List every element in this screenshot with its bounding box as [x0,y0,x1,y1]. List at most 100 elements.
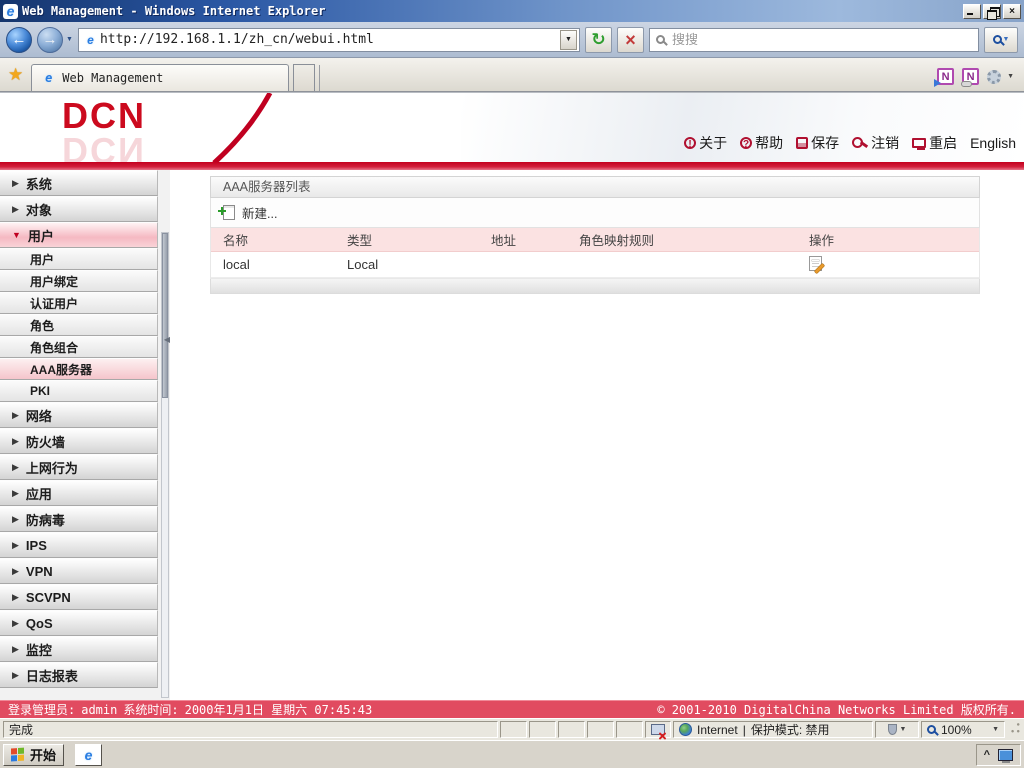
header-red-bar [0,162,1024,170]
sidebar-item-qos[interactable]: ▶ QoS [0,610,158,636]
search-input[interactable] [670,31,972,48]
protected-mode-label: 保护模式: 禁用 [750,723,830,737]
status-pane-5 [616,721,643,738]
hidden-icons-chevron[interactable]: ^ [984,749,990,760]
copyright-text: © 2001-2010 DigitalChina Networks Limite… [657,703,1016,717]
logout-link[interactable]: 注销 [852,133,899,153]
favorites-star-icon[interactable]: ★ [8,65,23,85]
sidebar-nav: ▶ 系统 ▶ 对象 ▼ 用户 用户 用户绑定 认证用户 角色 角色组合 AAA服务器 … [0,170,170,700]
search-dropdown-icon[interactable]: ▼ [1003,36,1010,43]
col-type: 类型 [347,234,373,248]
tools-dropdown-icon[interactable]: ▼ [1007,73,1014,80]
url-input[interactable] [97,31,560,48]
sidebar-item-antivirus[interactable]: ▶ 防病毒 [0,506,158,532]
sidebar-scrollbar-thumb[interactable] [162,233,168,398]
url-dropdown-button[interactable]: ▼ [560,29,577,50]
status-zoom-pane[interactable]: 100% ▼ [921,721,1005,738]
history-dropdown-icon[interactable]: ▼ [66,36,73,43]
filter-dropdown-icon[interactable]: ▼ [900,726,907,733]
sidebar-item-user-binding[interactable]: 用户绑定 [0,270,158,292]
page-icon: e [87,32,94,47]
site-body: ▶ 系统 ▶ 对象 ▼ 用户 用户 用户绑定 认证用户 角色 角色组合 AAA服务器 … [0,170,1024,700]
sidebar-item-object[interactable]: ▶ 对象 [0,196,158,222]
chevron-right-icon: ▶ [12,461,19,472]
chevron-right-icon: ▶ [12,487,19,498]
tab-bar: ★ e Web Management N N ▼ [0,58,1024,92]
english-link[interactable]: English [970,135,1016,151]
status-error-pane[interactable] [645,721,671,738]
edit-icon[interactable] [809,255,822,271]
sidebar-item-log-report[interactable]: ▶ 日志报表 [0,662,158,688]
tab-web-management[interactable]: e Web Management [31,64,290,91]
sidebar-item-vpn[interactable]: ▶ VPN [0,558,158,584]
time-label: 系统时间: [123,703,179,717]
gear-icon[interactable] [987,69,1002,84]
resize-grip[interactable] [1007,721,1021,738]
zoom-dropdown-icon[interactable]: ▼ [992,726,999,733]
chevron-right-icon: ▶ [12,643,19,654]
zone-separator: | [742,722,746,737]
start-button[interactable]: 开始 [3,743,65,766]
new-tab-stub[interactable] [293,64,316,91]
sidebar-item-role[interactable]: 角色 [0,314,158,336]
window-titlebar[interactable]: e Web Management - Windows Internet Expl… [0,0,1024,22]
sidebar-item-monitor[interactable]: ▶ 监控 [0,636,158,662]
red-swoosh-graphic [212,93,273,162]
save-link[interactable]: 保存 [796,133,839,153]
sidebar-scrollbar[interactable] [161,232,169,698]
chevron-right-icon: ▶ [12,669,19,680]
internet-zone-icon [679,723,692,736]
tab-label: Web Management [62,71,164,85]
forward-button[interactable]: → [37,26,63,53]
display-tray-icon[interactable] [998,748,1013,763]
search-go-icon [992,35,1002,44]
onenote-send-icon[interactable]: N [934,68,955,87]
cell-name: local [223,257,250,272]
status-filter-pane[interactable]: ▼ [875,721,919,738]
zoom-icon [927,725,936,734]
system-tray: ^ [975,743,1021,766]
status-pane-2 [529,721,556,738]
sidebar-item-role-combination[interactable]: 角色组合 [0,336,158,358]
sidebar-item-user[interactable]: ▼ 用户 [0,222,158,248]
onenote-linked-icon[interactable]: N [961,68,980,87]
sidebar-item-pki[interactable]: PKI [0,380,158,402]
sidebar-item-system[interactable]: ▶ 系统 [0,170,158,196]
time-value: 2000年1月1日 星期六 07:45:43 [184,703,373,717]
sidebar-item-aaa-server[interactable]: AAA服务器 [0,358,158,380]
about-icon: ! [684,137,697,150]
sidebar-item-internet-behavior[interactable]: ▶ 上网行为 [0,454,158,480]
refresh-icon: ↻ [591,30,606,49]
help-link[interactable]: ? 帮助 [740,133,783,153]
sidebar-item-firewall[interactable]: ▶ 防火墙 [0,428,158,454]
chevron-right-icon: ▶ [12,591,19,602]
sidebar-item-auth-user[interactable]: 认证用户 [0,292,158,314]
chevron-right-icon: ▶ [12,435,19,446]
back-button[interactable]: ← [6,26,32,53]
close-button[interactable]: × [1003,3,1021,19]
sidebar-item-ips[interactable]: ▶ IPS [0,532,158,558]
search-go-button[interactable]: ▼ [984,26,1018,53]
refresh-button[interactable]: ↻ [585,26,612,53]
restore-button[interactable] [983,3,1001,20]
monitor-icon [912,138,927,150]
status-zone-pane[interactable]: Internet | 保护模式: 禁用 [673,721,873,738]
restart-link[interactable]: 重启 [912,133,957,153]
panel-title: AAA服务器列表 [210,176,980,198]
sidebar-item-network[interactable]: ▶ 网络 [0,402,158,428]
tab-separator [319,65,321,91]
sidebar-item-user-sub[interactable]: 用户 [0,248,158,270]
sidebar-item-scvpn[interactable]: ▶ SCVPN [0,584,158,610]
main-content: AAA服务器列表 新建... 名称 类型 地址 角色映射规则 操作 local … [170,170,1024,700]
sidebar-item-application[interactable]: ▶ 应用 [0,480,158,506]
new-button[interactable]: 新建... [218,203,277,222]
minimize-button[interactable] [963,3,981,19]
address-bar: ← → ▼ e ▼ ↻ × ▼ [0,22,1024,58]
page-error-icon [651,724,665,735]
taskbar-ie-button[interactable]: e [75,743,103,766]
key-icon [852,136,868,150]
login-label: 登录管理员: [8,703,76,717]
stop-button[interactable]: × [617,26,644,53]
col-action: 操作 [809,234,835,248]
about-link[interactable]: ! 关于 [684,133,727,153]
